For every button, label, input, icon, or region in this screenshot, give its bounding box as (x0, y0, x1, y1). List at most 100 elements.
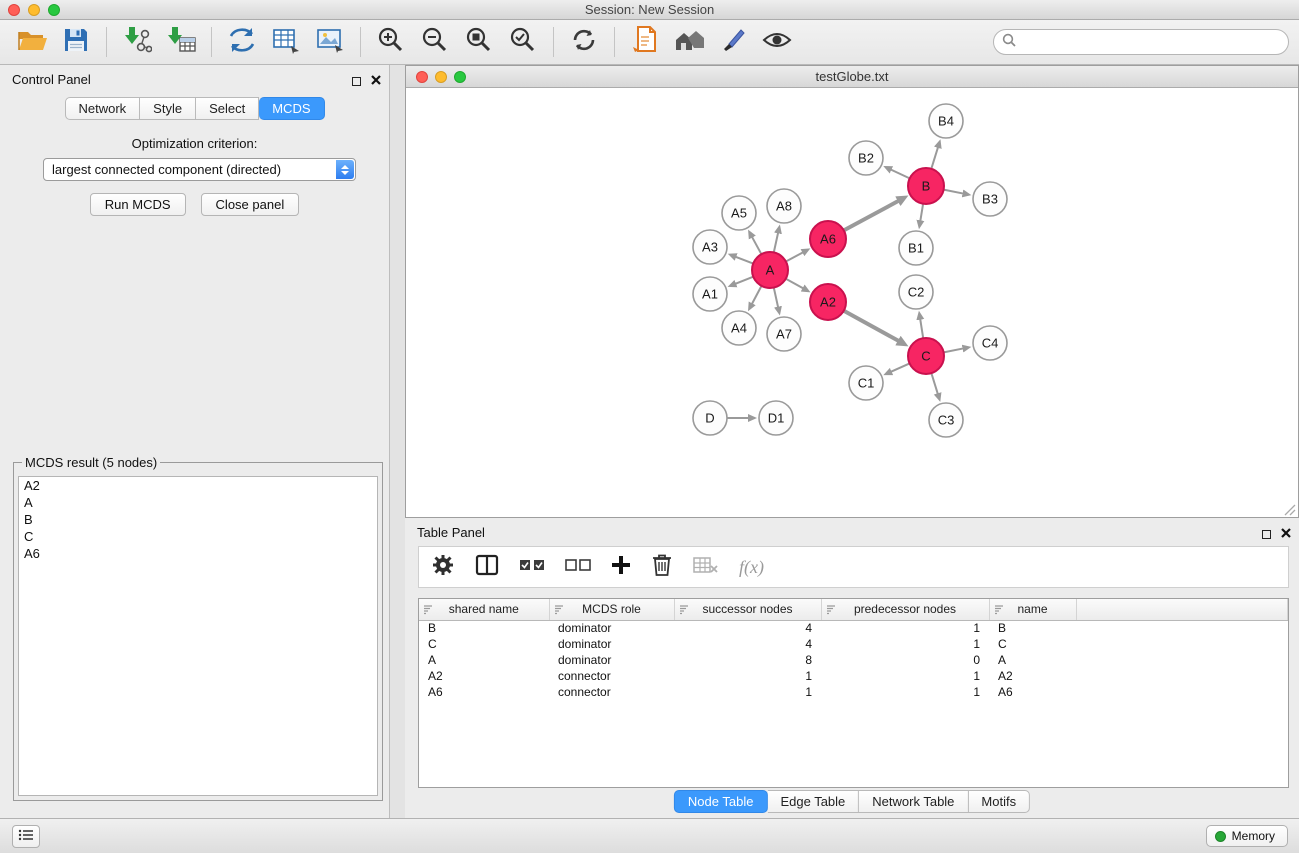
tab-node-table[interactable]: Node Table (674, 790, 768, 813)
network-canvas-area[interactable]: B4B2BB3A5A8A6B1A3AC2A1A2A4A7C4CC1C3DD1 (406, 88, 1298, 517)
node-A[interactable]: A (752, 252, 788, 288)
table-cell[interactable]: 4 (674, 620, 821, 636)
edge-B-B4[interactable] (931, 146, 938, 169)
style-brush-button[interactable] (711, 23, 755, 61)
resize-handle[interactable] (1284, 503, 1296, 515)
float-panel-icon[interactable] (1262, 530, 1271, 539)
table-row[interactable]: A6connector11A6 (419, 684, 1288, 700)
zoom-network-window-button[interactable] (454, 71, 466, 83)
edge-A-A1[interactable] (734, 277, 753, 285)
mcds-result-item[interactable]: B (19, 511, 377, 528)
table-settings-button[interactable] (431, 552, 455, 582)
table-cell[interactable]: dominator (549, 652, 674, 668)
zoom-fit-button[interactable] (457, 23, 501, 61)
edge-C-C4[interactable] (944, 348, 965, 352)
table-cell[interactable]: C (989, 636, 1076, 652)
node-C1[interactable]: C1 (849, 366, 883, 400)
edge-B-B2[interactable] (890, 169, 910, 178)
zoom-out-button[interactable] (413, 23, 457, 61)
column-header-predecessor-nodes[interactable]: predecessor nodes (821, 599, 989, 620)
tab-mcds[interactable]: MCDS (259, 97, 324, 120)
table-cell[interactable]: A2 (989, 668, 1076, 684)
clone-network-button[interactable] (220, 23, 264, 61)
edge-A2-C[interactable] (844, 311, 900, 342)
table-cell[interactable]: C (419, 636, 549, 652)
table-row[interactable]: A2connector11A2 (419, 668, 1288, 684)
table-cell[interactable]: 8 (674, 652, 821, 668)
node-B4[interactable]: B4 (929, 104, 963, 138)
mcds-result-item[interactable]: A6 (19, 545, 377, 562)
zoom-window-button[interactable] (48, 4, 60, 16)
node-A8[interactable]: A8 (767, 189, 801, 223)
node-B[interactable]: B (908, 168, 944, 204)
node-A7[interactable]: A7 (767, 317, 801, 351)
tab-network[interactable]: Network (64, 97, 140, 120)
table-cell[interactable]: A (989, 652, 1076, 668)
tab-edge-table[interactable]: Edge Table (767, 790, 859, 813)
float-panel-icon[interactable] (352, 77, 361, 86)
node-B2[interactable]: B2 (849, 141, 883, 175)
close-panel-icon[interactable] (371, 72, 381, 90)
search-input[interactable] (1021, 35, 1280, 50)
edge-A-A4[interactable] (751, 286, 761, 305)
function-builder-button[interactable]: f(x) (739, 552, 764, 582)
home-button[interactable] (667, 23, 711, 61)
minimize-network-window-button[interactable] (435, 71, 447, 83)
memory-button[interactable]: Memory (1206, 825, 1288, 847)
add-column-button[interactable] (611, 552, 631, 582)
tab-select[interactable]: Select (196, 97, 259, 120)
table-cell[interactable]: A (419, 652, 549, 668)
table-cell[interactable]: 1 (821, 636, 989, 652)
column-header-mcds-role[interactable]: MCDS role (549, 599, 674, 620)
table-cell[interactable]: A6 (419, 684, 549, 700)
mcds-result-item[interactable]: A2 (19, 477, 377, 494)
node-A3[interactable]: A3 (693, 230, 727, 264)
edge-A-A6[interactable] (786, 252, 804, 262)
network-canvas[interactable]: B4B2BB3A5A8A6B1A3AC2A1A2A4A7C4CC1C3DD1 (406, 88, 1298, 517)
optimization-criterion-select[interactable]: largest connected component (directed) (43, 158, 356, 181)
table-cell[interactable]: 1 (674, 668, 821, 684)
edge-C-C3[interactable] (931, 373, 938, 395)
panel-toggle-button[interactable] (12, 825, 40, 848)
column-header-successor-nodes[interactable]: successor nodes (674, 599, 821, 620)
import-network-button[interactable] (115, 23, 159, 61)
close-panel-button[interactable]: Close panel (201, 193, 300, 216)
node-D1[interactable]: D1 (759, 401, 793, 435)
run-mcds-button[interactable]: Run MCDS (90, 193, 186, 216)
minimize-window-button[interactable] (28, 4, 40, 16)
close-window-button[interactable] (8, 4, 20, 16)
table-cell[interactable]: 1 (674, 684, 821, 700)
edge-A-A7[interactable] (774, 288, 779, 309)
tab-style[interactable]: Style (140, 97, 196, 120)
table-cell[interactable]: dominator (549, 636, 674, 652)
node-C4[interactable]: C4 (973, 326, 1007, 360)
edge-A6-B[interactable] (844, 200, 900, 230)
node-D[interactable]: D (693, 401, 727, 435)
edge-A-A8[interactable] (774, 231, 779, 252)
table-cell[interactable]: connector (549, 684, 674, 700)
table-cell[interactable]: A6 (989, 684, 1076, 700)
deselect-all-button[interactable] (565, 552, 591, 582)
network-window-titlebar[interactable]: testGlobe.txt (406, 66, 1298, 88)
column-header-shared-name[interactable]: shared name (419, 599, 549, 620)
open-session-button[interactable] (10, 23, 54, 61)
select-all-button[interactable] (519, 552, 545, 582)
node-A5[interactable]: A5 (722, 196, 756, 230)
show-columns-button[interactable] (475, 552, 499, 582)
table-row[interactable]: Adominator80A (419, 652, 1288, 668)
edge-A-A3[interactable] (734, 256, 753, 263)
close-panel-icon[interactable] (1281, 525, 1291, 543)
table-cell[interactable]: 4 (674, 636, 821, 652)
table-row[interactable]: Bdominator41B (419, 620, 1288, 636)
node-A1[interactable]: A1 (693, 277, 727, 311)
mcds-result-item[interactable]: C (19, 528, 377, 545)
report-button[interactable] (623, 23, 667, 61)
node-A4[interactable]: A4 (722, 311, 756, 345)
node-C[interactable]: C (908, 338, 944, 374)
import-table-button[interactable] (159, 23, 203, 61)
edge-B-B3[interactable] (944, 190, 965, 194)
table-cell[interactable]: 0 (821, 652, 989, 668)
node-A6[interactable]: A6 (810, 221, 846, 257)
export-image-button[interactable] (308, 23, 352, 61)
table-cell[interactable]: B (419, 620, 549, 636)
